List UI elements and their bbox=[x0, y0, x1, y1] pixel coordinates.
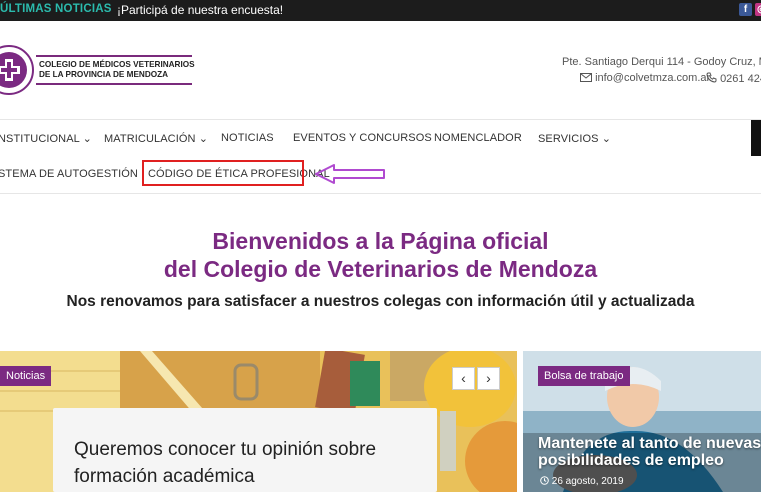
logo-title-line2: DE LA PROVINCIA DE MENDOZA bbox=[39, 70, 169, 79]
hero-title-line2: del Colegio de Veterinarios de Mendoza bbox=[163, 256, 598, 282]
news-ticker-bar: ÚLTIMAS NOTICIAS ¡Participá de nuestra e… bbox=[0, 0, 761, 21]
clock-icon bbox=[540, 476, 549, 485]
featured-news-title-line1: Queremos conocer tu opinión sobre bbox=[74, 439, 377, 460]
contact-email-row[interactable]: info@colvetmza.com.ar bbox=[580, 72, 710, 84]
nav-item-nomenclador[interactable]: NOMENCLADOR bbox=[434, 132, 522, 144]
carousel-next-button[interactable]: › bbox=[477, 367, 500, 390]
featured-news-title[interactable]: Queremos conocer tu opinión sobre formac… bbox=[74, 436, 376, 490]
hero-subtitle: Nos renovamos para satisfacer a nuestros… bbox=[66, 293, 695, 310]
featured-news-title-line2: formación académica bbox=[74, 466, 255, 487]
ticker-label: ÚLTIMAS NOTICIAS bbox=[0, 3, 112, 15]
nav-item-servicios[interactable]: SERVICIOS ⌄ bbox=[538, 132, 611, 145]
logo-title: COLEGIO DE MÉDICOS VETERINARIOS DE LA PR… bbox=[39, 60, 195, 80]
chevron-left-icon: ‹ bbox=[461, 370, 466, 386]
annotation-arrow-icon bbox=[315, 164, 385, 184]
job-board-title-line1: Mantenete al tanto de nuevas bbox=[538, 435, 761, 452]
nav-item-institucional[interactable]: NSTITUCIONAL ⌄ bbox=[0, 132, 92, 145]
nav-item-matriculacion[interactable]: MATRICULACIÓN ⌄ bbox=[104, 132, 208, 145]
chevron-down-icon: ⌄ bbox=[198, 133, 209, 145]
nav-item-label: MATRICULACIÓN bbox=[104, 133, 196, 145]
contact-phone[interactable]: 0261 424 bbox=[720, 73, 761, 85]
nav-item-label: NSTITUCIONAL bbox=[0, 133, 80, 145]
hero-title-line1: Bienvenidos a la Página oficial bbox=[212, 228, 549, 254]
chevron-right-icon: › bbox=[486, 370, 491, 386]
category-badge-bolsa-de-trabajo[interactable]: Bolsa de trabajo bbox=[538, 366, 630, 386]
envelope-icon bbox=[580, 73, 592, 82]
page: ÚLTIMAS NOTICIAS ¡Participá de nuestra e… bbox=[0, 0, 761, 492]
annotation-highlight-box bbox=[142, 160, 304, 186]
job-board-date-text: 26 agosto, 2019 bbox=[551, 476, 624, 487]
instagram-icon[interactable]: ◎ bbox=[755, 3, 761, 16]
nav-item-sistema-de-autogestion[interactable]: STEMA DE AUTOGESTIÓN bbox=[0, 168, 138, 180]
nav-item-label: SERVICIOS bbox=[538, 133, 599, 145]
facebook-icon[interactable]: f bbox=[739, 3, 752, 16]
search-toggle-button[interactable] bbox=[751, 120, 761, 156]
contact-email[interactable]: info@colvetmza.com.ar bbox=[595, 72, 710, 84]
phone-icon bbox=[706, 72, 717, 83]
logo-bottom-rule bbox=[36, 83, 192, 85]
nav-item-noticias[interactable]: NOTICIAS bbox=[221, 132, 274, 144]
carousel-prev-button[interactable]: ‹ bbox=[452, 367, 475, 390]
nav-divider bbox=[0, 193, 761, 194]
category-badge-noticias[interactable]: Noticias bbox=[0, 366, 52, 386]
chevron-down-icon: ⌄ bbox=[82, 133, 92, 145]
nav-item-eventos-y-concursos[interactable]: EVENTOS Y CONCURSOS bbox=[293, 132, 432, 144]
contact-phone-row[interactable]: 0261 424 bbox=[706, 72, 761, 85]
job-board-title[interactable]: Mantenete al tanto de nuevas posibilidad… bbox=[538, 435, 761, 469]
chevron-down-icon: ⌄ bbox=[601, 133, 612, 145]
header-divider bbox=[0, 119, 761, 120]
logo-title-line1: COLEGIO DE MÉDICOS VETERINARIOS bbox=[39, 60, 195, 69]
logo-top-rule bbox=[36, 55, 192, 57]
job-board-title-line2: posibilidades de empleo bbox=[538, 452, 724, 469]
ticker-headline-link[interactable]: ¡Participá de nuestra encuesta! bbox=[117, 3, 283, 17]
contact-address: Pte. Santiago Derqui 114 - Godoy Cruz, M… bbox=[562, 56, 761, 68]
job-board-date: 26 agosto, 2019 bbox=[540, 476, 624, 487]
